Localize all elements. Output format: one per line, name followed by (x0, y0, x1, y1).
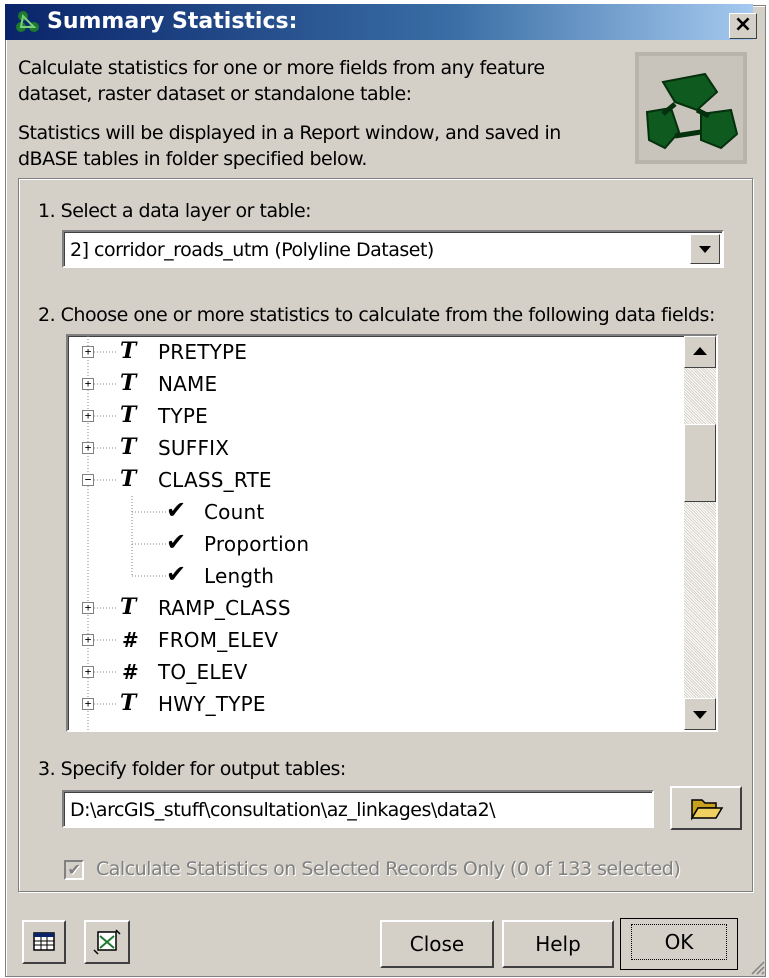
scroll-up-button[interactable] (684, 336, 716, 368)
field-name: TYPE (158, 404, 208, 428)
text-field-icon: T (120, 594, 137, 620)
field-name: RAMP_CLASS (158, 596, 291, 620)
field-name: TO_ELEV (158, 660, 248, 684)
stat-name: Length (204, 564, 275, 588)
stat-name: Proportion (204, 532, 310, 556)
open-folder-icon (690, 799, 724, 821)
checkmark-icon[interactable]: ✔ (166, 496, 186, 524)
field-name: PRETYPE (158, 340, 248, 364)
statistics-logo-icon (635, 52, 747, 164)
resize-grip-icon[interactable] (748, 958, 766, 976)
text-field-icon: T (120, 370, 137, 396)
numeric-field-icon: # (122, 660, 139, 684)
description-line-1: Calculate statistics for one or more fie… (18, 57, 545, 79)
window-title: Summary Statistics: (47, 9, 298, 34)
description-line-4: dBASE tables in folder specified below. (18, 148, 367, 170)
output-folder-input[interactable]: D:\arcGIS_stuff\consultation\az_linkages… (62, 790, 654, 828)
tree-scrollbar[interactable] (684, 336, 716, 730)
field-name: NAME (158, 372, 218, 396)
collapse-icon[interactable]: − (82, 474, 94, 486)
step2-label: 2. Choose one or more statistics to calc… (38, 304, 715, 326)
numeric-field-icon: # (122, 628, 139, 652)
add-data-button[interactable] (84, 920, 130, 964)
description-line-3: Statistics will be displayed in a Report… (18, 122, 561, 144)
help-button[interactable]: Help (502, 920, 614, 968)
dropdown-button[interactable] (690, 234, 720, 264)
close-window-button[interactable]: × (729, 13, 757, 39)
field-statistics-tree[interactable]: + T PRETYPE + T NAME + T TYPE + T SUFFIX… (66, 334, 718, 732)
stat-name: Count (204, 500, 265, 524)
expand-icon[interactable]: + (82, 666, 94, 678)
field-name: CLASS_RTE (158, 468, 272, 492)
text-field-icon: T (120, 338, 137, 364)
close-button[interactable]: Close (380, 920, 494, 968)
checkmark-icon[interactable]: ✔ (166, 528, 186, 556)
scroll-thumb[interactable] (684, 424, 716, 502)
add-layer-icon (93, 929, 121, 955)
close-icon: × (733, 12, 753, 37)
selected-only-label: Calculate Statistics on Selected Records… (96, 858, 681, 880)
chevron-down-icon (699, 246, 711, 253)
field-name: HWY_TYPE (158, 692, 266, 716)
scroll-down-button[interactable] (684, 698, 716, 730)
expand-icon[interactable]: + (82, 698, 94, 710)
step1-label: 1. Select a data layer or table: (38, 200, 312, 222)
table-icon (33, 932, 55, 951)
browse-folder-button[interactable] (670, 786, 742, 830)
ok-button[interactable]: OK (620, 918, 738, 970)
description-line-2: dataset, raster dataset or standalone ta… (18, 83, 412, 105)
expand-icon[interactable]: + (82, 378, 94, 390)
step3-label: 3. Specify folder for output tables: (38, 758, 346, 780)
data-layer-value: 2] corridor_roads_utm (Polyline Dataset) (70, 239, 434, 261)
text-field-icon: T (120, 466, 137, 492)
field-name: SUFFIX (158, 436, 230, 460)
expand-icon[interactable]: + (82, 346, 94, 358)
chevron-up-icon (693, 347, 707, 355)
expand-icon[interactable]: + (82, 602, 94, 614)
expand-icon[interactable]: + (82, 634, 94, 646)
expand-icon[interactable]: + (82, 442, 94, 454)
text-field-icon: T (120, 434, 137, 460)
title-bar[interactable]: Summary Statistics: × (5, 4, 757, 40)
text-field-icon: T (120, 402, 137, 428)
chevron-down-icon (693, 711, 707, 719)
data-layer-select[interactable]: 2] corridor_roads_utm (Polyline Dataset) (62, 230, 724, 268)
field-name: FROM_ELEV (158, 628, 279, 652)
ok-button-label: OK (631, 924, 727, 960)
checkmark-icon[interactable]: ✔ (166, 560, 186, 588)
expand-icon[interactable]: + (82, 410, 94, 422)
toolbox-icon (16, 11, 39, 32)
selected-only-checkbox[interactable]: ✔ (64, 860, 84, 880)
text-field-icon: T (120, 690, 137, 716)
table-view-button[interactable] (22, 920, 66, 964)
